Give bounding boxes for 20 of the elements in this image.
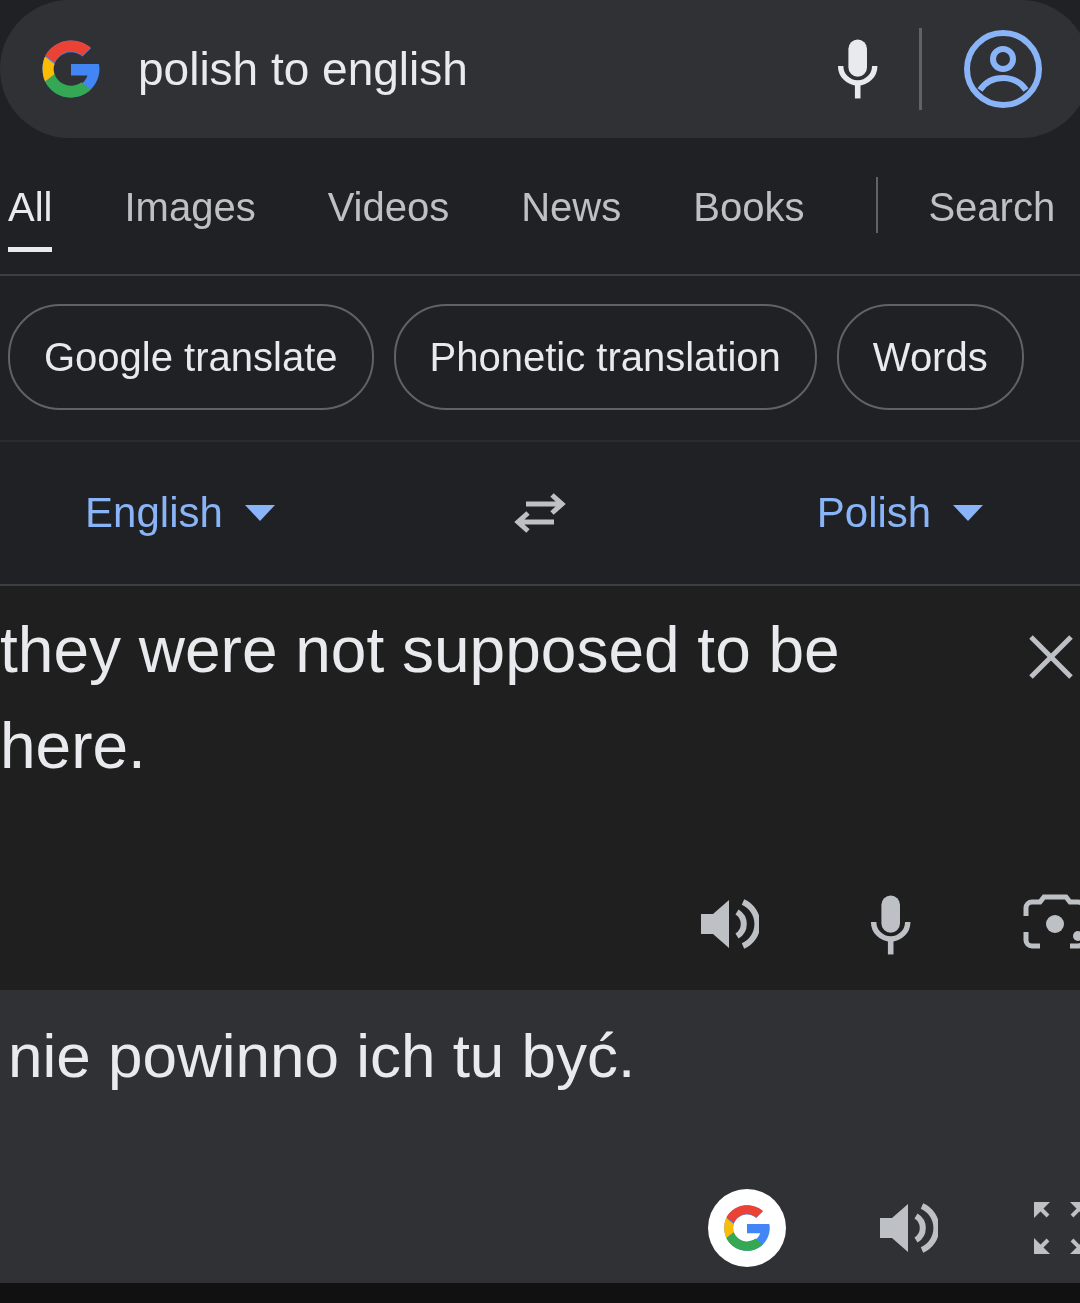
search-tab[interactable]: Images <box>124 160 256 252</box>
search-tab[interactable]: Books <box>693 160 805 252</box>
search-tab[interactable]: Videos <box>327 160 450 252</box>
search-tab[interactable]: Search <box>928 160 1056 252</box>
suggestion-chip[interactable]: Phonetic translation <box>393 304 817 410</box>
search-query: polish to english <box>138 42 469 96</box>
account-icon[interactable] <box>962 28 1044 110</box>
target-language[interactable]: Polish <box>816 489 932 537</box>
translated-text: nie powinno ich tu być. <box>7 1020 637 1091</box>
microphone-icon[interactable] <box>835 38 879 100</box>
suggestion-chip[interactable]: Google translate <box>8 304 374 410</box>
source-language[interactable]: English <box>85 489 223 537</box>
suggestion-chip[interactable]: Words <box>836 304 1024 410</box>
microphone-icon[interactable] <box>868 894 912 956</box>
search-bar[interactable]: polish to english <box>0 0 1080 138</box>
close-icon[interactable] <box>1028 634 1074 680</box>
caret-icon <box>953 505 984 521</box>
search-tab[interactable]: News <box>521 160 622 252</box>
caret-icon <box>244 505 275 521</box>
search-tab[interactable]: All <box>8 160 53 252</box>
